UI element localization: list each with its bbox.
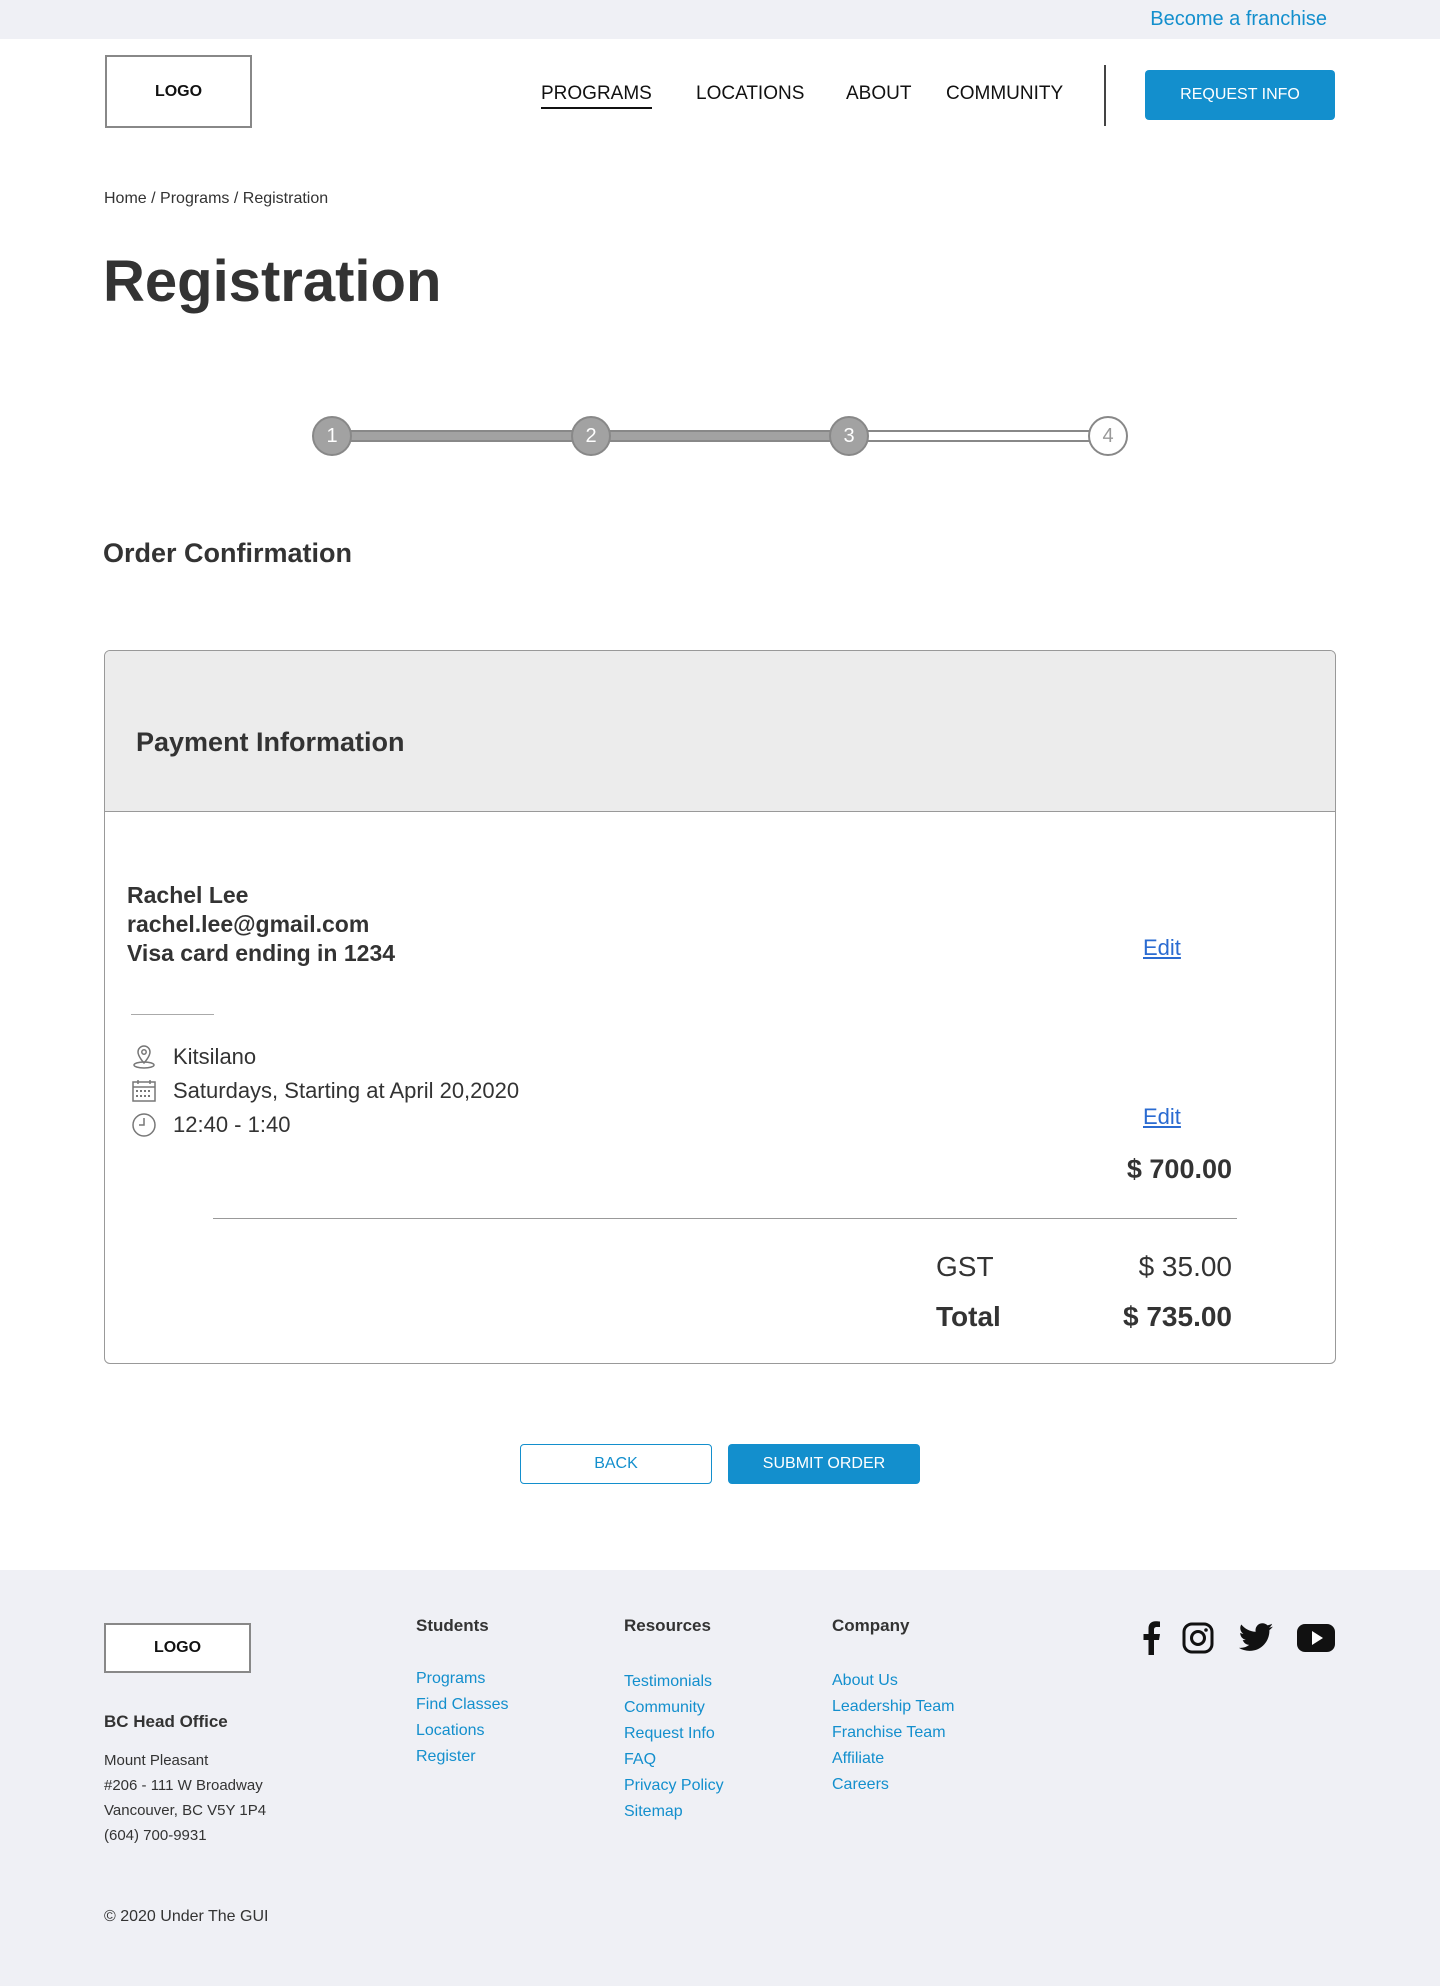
step-connector-3 — [860, 430, 1100, 442]
progress-stepper: 1 2 3 4 — [312, 416, 1128, 456]
payer-name: Rachel Lee — [127, 882, 249, 908]
submit-order-button[interactable]: SUBMIT ORDER — [728, 1444, 920, 1484]
breadcrumb-home[interactable]: Home — [104, 190, 147, 207]
payment-info-header: Payment Information — [105, 651, 1335, 812]
breadcrumb-registration: Registration — [242, 190, 329, 207]
step-2[interactable]: 2 — [571, 416, 611, 456]
schedule-row: Saturdays, Starting at April 20,2020 — [131, 1078, 519, 1104]
footer-link-franchise-team[interactable]: Franchise Team — [832, 1720, 954, 1746]
summary-divider — [213, 1218, 1237, 1219]
footer-col-title: Resources — [624, 1616, 711, 1635]
footer-link-locations[interactable]: Locations — [416, 1718, 508, 1744]
footer-col-students: Students Programs Find Classes Locations… — [416, 1616, 508, 1770]
step-4: 4 — [1088, 416, 1128, 456]
location-row: Kitsilano — [131, 1044, 256, 1070]
copyright: © 2020 Under The GUI — [104, 1908, 269, 1925]
schedule-text: Saturdays, Starting at April 20,2020 — [173, 1078, 520, 1103]
total-label: Total — [936, 1301, 1001, 1332]
footer-link-faq[interactable]: FAQ — [624, 1747, 724, 1773]
calendar-icon — [131, 1078, 157, 1104]
become-franchise-link[interactable]: Become a franchise — [1150, 8, 1327, 31]
breadcrumb: Home / Programs / Registration — [104, 190, 328, 208]
order-summary-card: Payment Information Rachel Lee rachel.le… — [104, 650, 1336, 1364]
footer-col-company: Company About Us Leadership Team Franchi… — [832, 1616, 954, 1798]
step-connector-2 — [602, 430, 832, 442]
request-info-button[interactable]: REQUEST INFO — [1145, 70, 1335, 120]
breadcrumb-programs[interactable]: Programs — [160, 190, 229, 207]
nav-divider — [1104, 65, 1106, 126]
address-line: Vancouver, BC V5Y 1P4 — [104, 1802, 267, 1819]
nav-programs[interactable]: PROGRAMS — [541, 83, 652, 109]
footer-link-register[interactable]: Register — [416, 1744, 508, 1770]
step-connector-1 — [342, 430, 572, 442]
total-value: $ 735.00 — [1123, 1301, 1232, 1332]
breadcrumb-separator: / — [151, 190, 156, 207]
footer-logo[interactable]: LOGO — [104, 1623, 251, 1673]
footer-link-sitemap[interactable]: Sitemap — [624, 1799, 724, 1825]
address-line: #206 - 111 W Broadway — [104, 1777, 263, 1794]
twitter-icon[interactable] — [1236, 1620, 1276, 1656]
instagram-icon[interactable] — [1180, 1620, 1216, 1656]
payment-info-title: Payment Information — [136, 727, 405, 757]
footer-link-programs[interactable]: Programs — [416, 1666, 508, 1692]
youtube-icon[interactable] — [1296, 1620, 1336, 1656]
edit-class-link[interactable]: Edit — [1143, 1104, 1181, 1130]
facebook-icon[interactable] — [1133, 1620, 1169, 1656]
logo[interactable]: LOGO — [105, 55, 252, 128]
footer-link-community[interactable]: Community — [624, 1695, 724, 1721]
location-pin-icon — [131, 1044, 157, 1070]
footer-link-privacy-policy[interactable]: Privacy Policy — [624, 1773, 724, 1799]
nav-community[interactable]: COMMUNITY — [946, 83, 1063, 105]
divider — [131, 1014, 214, 1015]
top-bar: Become a franchise — [0, 0, 1440, 39]
gst-label: GST — [936, 1251, 994, 1282]
office-address: Mount Pleasant #206 - 111 W Broadway Van… — [104, 1748, 266, 1848]
footer-col-title: Company — [832, 1616, 910, 1635]
payer-details: Rachel Lee rachel.lee@gmail.com Visa car… — [127, 881, 395, 968]
page-title: Registration — [103, 249, 442, 314]
phone-number: (604) 700-9931 — [104, 1827, 207, 1844]
payer-email: rachel.lee@gmail.com — [127, 911, 370, 937]
office-title: BC Head Office — [104, 1712, 228, 1731]
footer-link-request-info[interactable]: Request Info — [624, 1721, 724, 1747]
site-footer: LOGO BC Head Office Mount Pleasant #206 … — [0, 1570, 1440, 1986]
step-3[interactable]: 3 — [829, 416, 869, 456]
nav-about[interactable]: ABOUT — [846, 83, 911, 105]
gst-value: $ 35.00 — [1138, 1251, 1232, 1282]
footer-link-find-classes[interactable]: Find Classes — [416, 1692, 508, 1718]
edit-payment-link[interactable]: Edit — [1143, 935, 1181, 961]
payer-card: Visa card ending in 1234 — [127, 940, 396, 966]
breadcrumb-separator: / — [233, 190, 239, 207]
time-text: 12:40 - 1:40 — [173, 1112, 291, 1137]
subtotal-amount: $ 700.00 — [1126, 1154, 1232, 1184]
time-row: 12:40 - 1:40 — [131, 1112, 290, 1138]
order-confirmation-title: Order Confirmation — [103, 538, 353, 568]
footer-link-about-us[interactable]: About Us — [832, 1668, 954, 1694]
clock-icon — [131, 1112, 157, 1138]
footer-link-careers[interactable]: Careers — [832, 1772, 954, 1798]
footer-col-resources: Resources Testimonials Community Request… — [624, 1616, 724, 1825]
back-button[interactable]: BACK — [520, 1444, 712, 1484]
footer-link-testimonials[interactable]: Testimonials — [624, 1669, 724, 1695]
step-1[interactable]: 1 — [312, 416, 352, 456]
address-line: Mount Pleasant — [104, 1752, 209, 1769]
location-text: Kitsilano — [173, 1044, 257, 1069]
footer-col-title: Students — [416, 1616, 489, 1635]
footer-link-affiliate[interactable]: Affiliate — [832, 1746, 954, 1772]
footer-link-leadership-team[interactable]: Leadership Team — [832, 1694, 954, 1720]
site-header: LOGO PROGRAMS LOCATIONS ABOUT COMMUNITY … — [0, 39, 1440, 151]
nav-locations[interactable]: LOCATIONS — [696, 83, 804, 105]
